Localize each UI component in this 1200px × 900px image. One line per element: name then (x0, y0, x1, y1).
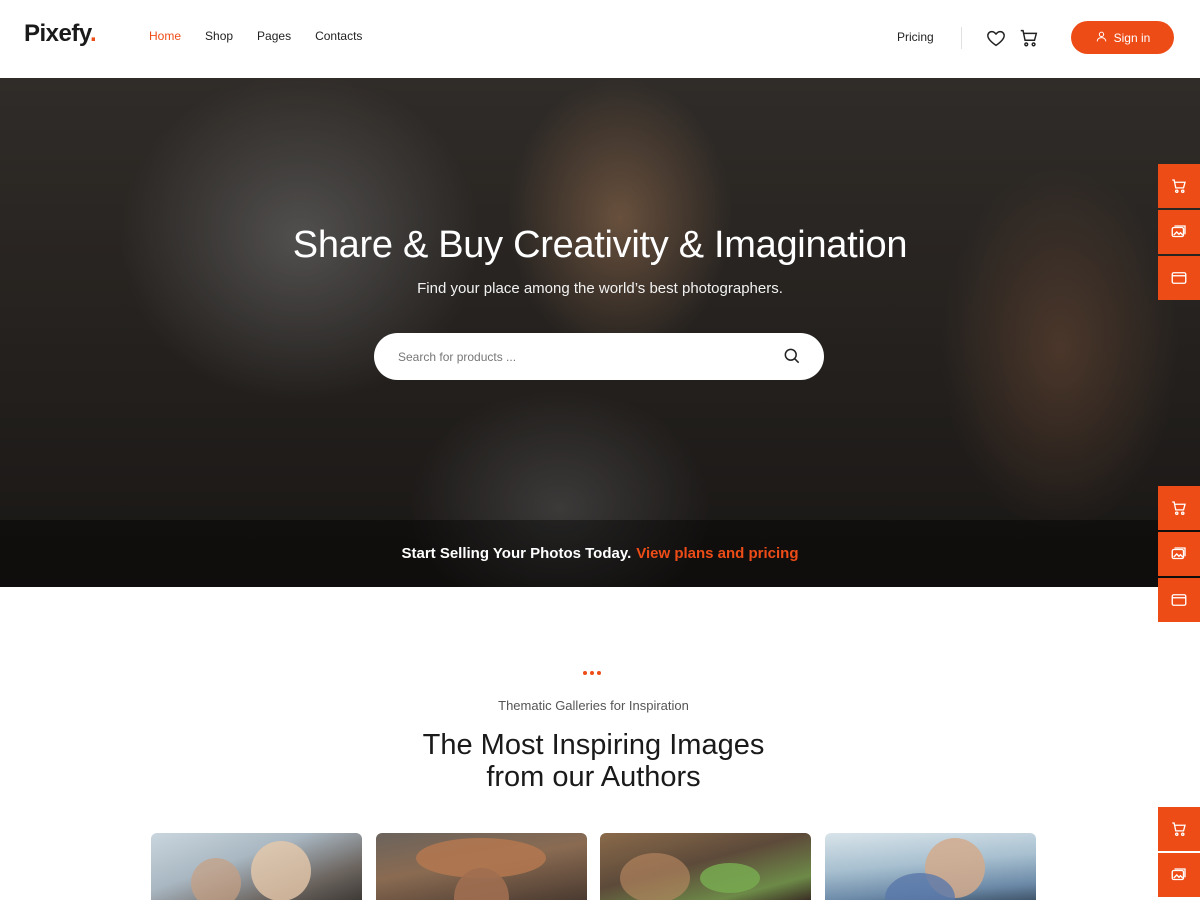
browser-window-icon (1171, 272, 1187, 284)
cart-icon[interactable] (1018, 27, 1040, 49)
nav-item-home[interactable]: Home (149, 29, 181, 43)
logo-text: Pixefy (24, 20, 90, 47)
side-cart-button[interactable] (1158, 164, 1200, 208)
sign-in-label: Sign in (1113, 30, 1151, 45)
main-nav: Home Shop Pages Contacts (149, 29, 386, 43)
section-title-line-1: The Most Inspiring Images (422, 729, 765, 761)
selling-promo-band: Start Selling Your Photos Today. View pl… (0, 520, 1200, 587)
section-title: The Most Inspiring Images from our Autho… (0, 729, 1187, 793)
section-eyebrow: Thematic Galleries for Inspiration (498, 698, 689, 713)
site-logo[interactable]: Pixefy. (24, 20, 97, 48)
browser-window-icon (1171, 594, 1187, 606)
section-dots-ornament (583, 671, 601, 675)
gallery-card-plants[interactable] (600, 833, 811, 900)
heart-icon[interactable] (985, 27, 1007, 49)
nav-item-shop[interactable]: Shop (205, 29, 233, 43)
gallery-icon (1171, 868, 1186, 881)
promo-text: Start Selling Your Photos Today. (401, 545, 632, 562)
gallery-icon (1171, 547, 1186, 560)
side-gallery-button[interactable] (1158, 853, 1200, 897)
gallery-card-portrait[interactable] (376, 833, 587, 900)
hero-title: Share & Buy Creativity & Imagination (292, 224, 908, 266)
nav-item-contacts[interactable]: Contacts (315, 29, 362, 43)
user-icon (1095, 30, 1108, 46)
side-browser-button[interactable] (1158, 256, 1200, 300)
cart-icon (1172, 179, 1186, 194)
gallery-card-couple[interactable] (825, 833, 1036, 900)
nav-item-pages[interactable]: Pages (257, 29, 291, 43)
cart-icon (1172, 822, 1186, 837)
side-cart-button[interactable] (1158, 807, 1200, 851)
search-input[interactable] (396, 333, 766, 380)
pricing-link[interactable]: Pricing (897, 30, 934, 44)
hero-subtitle: Find your place among the world’s best p… (417, 280, 783, 297)
cart-icon (1172, 501, 1186, 516)
plans-pricing-link[interactable]: View plans and pricing (636, 545, 798, 562)
side-browser-button[interactable] (1158, 578, 1200, 622)
gallery-icon (1171, 225, 1186, 238)
site-header: Pixefy. Home Shop Pages Contacts Pricing… (0, 0, 1200, 78)
gallery-card-family[interactable] (151, 833, 362, 900)
logo-dot: . (89, 20, 97, 47)
product-search (374, 333, 824, 380)
side-cart-button[interactable] (1158, 486, 1200, 530)
side-gallery-button[interactable] (1158, 532, 1200, 576)
sign-in-button[interactable]: Sign in (1071, 21, 1174, 54)
search-icon[interactable] (782, 346, 802, 366)
hero-banner: Share & Buy Creativity & Imagination Fin… (0, 78, 1200, 587)
header-divider (961, 27, 962, 49)
section-title-line-2: from our Authors (486, 761, 701, 793)
side-gallery-button[interactable] (1158, 210, 1200, 254)
